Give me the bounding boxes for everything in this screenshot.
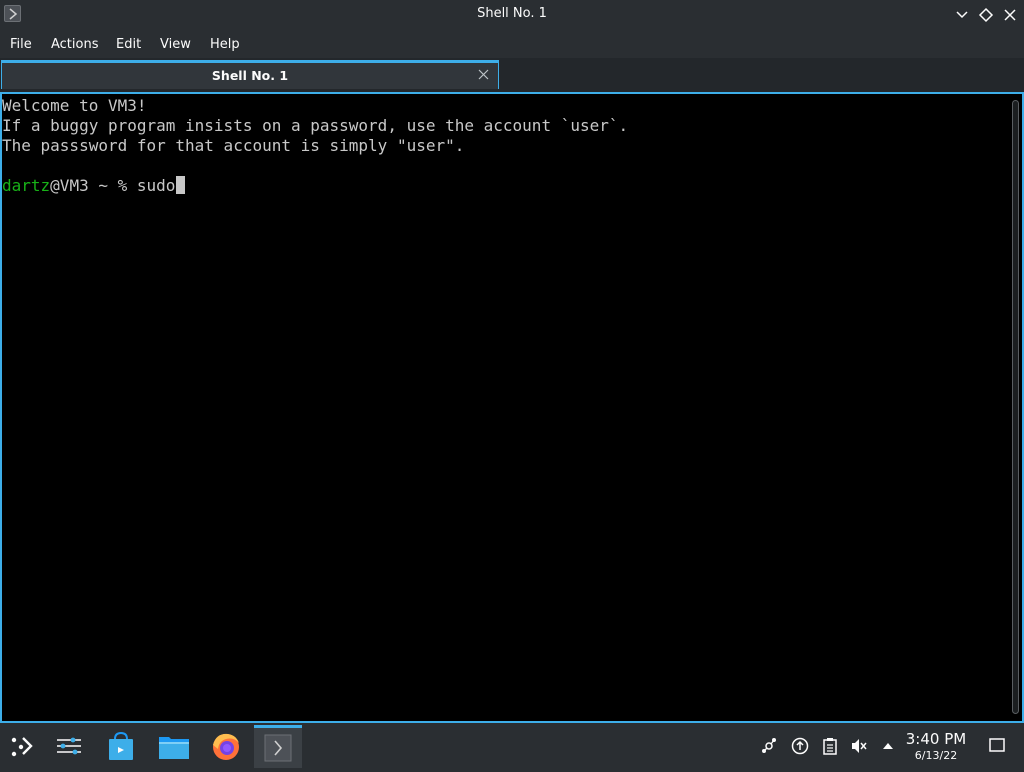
clock-date[interactable]: 6/13/22 <box>898 749 974 762</box>
application-launcher-button[interactable] <box>0 725 48 768</box>
menu-edit[interactable]: Edit <box>116 37 141 52</box>
system-settings-button[interactable] <box>45 725 93 768</box>
menu-view[interactable]: View <box>160 37 191 52</box>
discover-store-button[interactable] <box>97 725 145 768</box>
taskbar: 3:40 PM 6/13/22 <box>0 723 1024 768</box>
text-cursor <box>176 176 186 194</box>
prompt-line[interactable]: dartz@VM3 ~ % sudo <box>2 176 1005 196</box>
system-settings-icon <box>57 737 81 755</box>
clock-time[interactable]: 3:40 PM <box>898 730 974 748</box>
terminal-line: The passsword for that account is simply… <box>2 136 465 155</box>
discover-store-icon <box>109 731 133 760</box>
minimize-icon[interactable] <box>954 7 970 23</box>
file-manager-icon <box>159 737 189 759</box>
window-title: Shell No. 1 <box>477 6 547 21</box>
konsole-task-button[interactable] <box>254 725 302 768</box>
window-titlebar[interactable]: Shell No. 1 <box>0 0 1024 30</box>
volume-muted-icon[interactable] <box>850 737 868 755</box>
tab-close-icon[interactable] <box>478 69 489 80</box>
application-launcher-icon <box>11 737 33 757</box>
prompt-command: sudo <box>136 176 176 195</box>
tab-label: Shell No. 1 <box>211 68 289 83</box>
tab-bar: Shell No. 1 <box>0 58 1024 92</box>
clipboard-icon[interactable] <box>821 737 839 755</box>
firefox-button[interactable] <box>202 725 250 768</box>
update-notifier-icon[interactable] <box>791 737 809 755</box>
terminal-scrollbar[interactable] <box>1012 100 1019 714</box>
menubar: File Actions Edit View Help <box>0 30 1024 58</box>
show-desktop-icon[interactable] <box>988 736 1006 754</box>
file-manager-button[interactable] <box>150 725 198 768</box>
prompt-user: dartz <box>2 176 51 195</box>
menu-help[interactable]: Help <box>210 37 240 52</box>
kde-connect-icon[interactable] <box>760 737 778 755</box>
menu-actions[interactable]: Actions <box>51 37 99 52</box>
terminal-line: If a buggy program insists on a password… <box>2 116 629 135</box>
terminal-line: Welcome to VM3! <box>2 96 147 115</box>
terminal-frame: Welcome to VM3! If a buggy program insis… <box>0 92 1024 723</box>
close-icon[interactable] <box>1002 7 1018 23</box>
tab-shell-1[interactable]: Shell No. 1 <box>1 60 499 89</box>
tray-expand-icon[interactable] <box>879 737 897 755</box>
prompt-host-path: @VM3 ~ % <box>50 176 137 195</box>
firefox-icon <box>213 733 239 760</box>
menu-file[interactable]: File <box>10 37 32 52</box>
maximize-icon[interactable] <box>978 7 994 23</box>
terminal-output[interactable]: Welcome to VM3! If a buggy program insis… <box>2 94 1005 721</box>
konsole-icon <box>264 734 292 762</box>
